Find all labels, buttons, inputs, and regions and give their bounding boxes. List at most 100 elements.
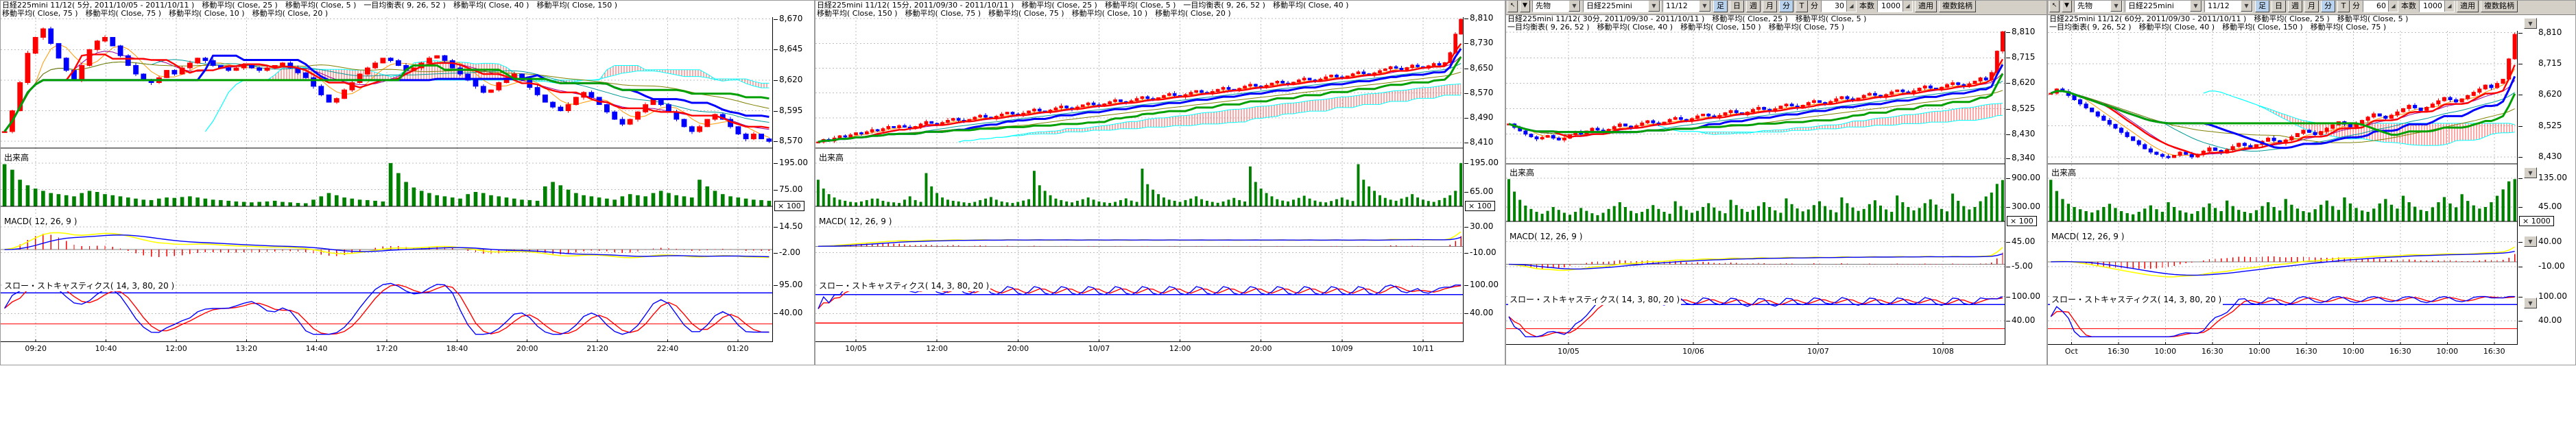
chevron-down-icon[interactable]: ▼ bbox=[2241, 1, 2252, 12]
axis-tick bbox=[774, 163, 778, 164]
spinner-arrows-icon[interactable]: ◢ bbox=[2444, 1, 2454, 12]
axis-tick-label: 8,715 bbox=[2538, 59, 2562, 68]
candlesticks bbox=[1507, 31, 2005, 142]
market-select[interactable]: 先物▼ bbox=[1532, 1, 1581, 12]
ashi-button[interactable]: 足 bbox=[2255, 1, 2269, 12]
chart-toolbar: ↖ ▼ 先物▼ 日経225mini▼ 11/12▼ 足 日 週 月 分 T 分 … bbox=[1506, 1, 2047, 15]
period-day-button[interactable]: 日 bbox=[1730, 1, 1744, 12]
panel-header: 日経225mini 11/12( 30分, 2011/09/30 - 2011/… bbox=[1507, 15, 2047, 32]
chevron-down-icon[interactable]: ▼ bbox=[1648, 1, 1660, 12]
minute-spinner-value: 60 bbox=[2363, 1, 2388, 12]
minute-label: 分 bbox=[1810, 1, 1819, 11]
market-select[interactable]: 先物▼ bbox=[2074, 1, 2123, 12]
axis-tick-label: 65.00 bbox=[1470, 187, 1493, 196]
axis-tick bbox=[2518, 178, 2523, 179]
axis-tick bbox=[774, 285, 778, 286]
symbol-select[interactable]: 日経225mini▼ bbox=[2125, 1, 2202, 12]
volume-multiplier-badge: × 100 bbox=[1465, 201, 1495, 211]
volume-pane bbox=[1506, 179, 2005, 221]
period-minute-button[interactable]: 分 bbox=[2321, 1, 2335, 12]
axis-tick bbox=[2518, 242, 2523, 243]
spinner-arrows-icon[interactable]: ◢ bbox=[2388, 1, 2398, 12]
minute-spinner-value: 30 bbox=[1822, 1, 1846, 12]
macd-pane bbox=[815, 232, 1464, 247]
header-line1: 日経225mini 11/12( 5分, 2011/10/05 - 2011/1… bbox=[2, 1, 814, 10]
volume-pane bbox=[815, 163, 1464, 206]
axis-tick-label: 14.50 bbox=[779, 222, 802, 231]
price-pane-dropdown-button[interactable]: ▼ bbox=[2524, 18, 2537, 29]
minute-spinner[interactable]: 30◢ bbox=[1821, 1, 1857, 12]
header-line1: 日経225mini 11/12( 15分, 2011/09/30 - 2011/… bbox=[817, 1, 1505, 10]
toolbar-menu-button[interactable]: ▼ bbox=[1520, 1, 1530, 12]
spinner-arrows-icon[interactable]: ◢ bbox=[1903, 1, 1912, 12]
macd-section-label: MACD( 12, 26, 9 ) bbox=[818, 217, 893, 226]
time-axis-label: 10/07 bbox=[1074, 344, 1123, 353]
bars-spinner-value: 1000 bbox=[1878, 1, 1903, 12]
chart-toolbar: ↖ ▼ 先物▼ 日経225mini▼ 11/12▼ 足 日 週 月 分 T 分 … bbox=[2048, 1, 2575, 15]
chevron-down-icon[interactable]: ▼ bbox=[1569, 1, 1580, 12]
header-line1: 日経225mini 11/12( 60分, 2011/09/30 - 2011/… bbox=[2049, 15, 2575, 23]
stochastic-section-label: スロー・ストキャスティクス( 14, 3, 80, 20 ) bbox=[3, 280, 176, 291]
time-axis-label: 20:00 bbox=[1237, 344, 1286, 353]
multi-symbol-button[interactable]: 複数銘柄 bbox=[1939, 1, 1976, 12]
pointer-tool-button[interactable]: ↖ bbox=[1507, 1, 1518, 12]
gridlines bbox=[815, 17, 1464, 342]
value-axis: 8,8108,7158,6208,5258,430135.0045.0040.0… bbox=[2518, 1, 2576, 365]
axis-tick bbox=[2006, 242, 2010, 243]
axis-tick bbox=[1464, 313, 1468, 314]
time-axis: 09:2010:4012:0013:2014:4017:2018:4020:00… bbox=[1, 344, 773, 355]
panel-header: 日経225mini 11/12( 60分, 2011/09/30 - 2011/… bbox=[2049, 15, 2575, 32]
chart-plot-area[interactable] bbox=[1, 17, 773, 342]
chevron-down-icon[interactable]: ▼ bbox=[1699, 1, 1710, 12]
apply-button[interactable]: 適用 bbox=[2457, 1, 2479, 12]
spinner-arrows-icon[interactable]: ◢ bbox=[1846, 1, 1856, 12]
axis-tick bbox=[1464, 285, 1468, 286]
axis-tick bbox=[774, 141, 778, 142]
stochastic-pane-dropdown-button[interactable]: ▼ bbox=[2524, 298, 2537, 308]
period-minute-button[interactable]: 分 bbox=[1779, 1, 1793, 12]
bars-spinner[interactable]: 1000◢ bbox=[2419, 1, 2455, 12]
symbol-select-value: 日経225mini bbox=[2125, 1, 2190, 12]
time-axis-label: 16:30 bbox=[2188, 347, 2237, 356]
symbol-select[interactable]: 日経225mini▼ bbox=[1583, 1, 1660, 12]
period-month-button[interactable]: 月 bbox=[2304, 1, 2319, 12]
ashi-button[interactable]: 足 bbox=[1713, 1, 1728, 12]
time-axis-label: Oct bbox=[2047, 347, 2096, 356]
multi-symbol-button[interactable]: 複数銘柄 bbox=[2481, 1, 2518, 12]
axis-tick-label: 40.00 bbox=[2012, 316, 2035, 325]
axis-tick-label: 195.00 bbox=[1470, 158, 1499, 167]
apply-button[interactable]: 適用 bbox=[1915, 1, 1937, 12]
toolbar-menu-button[interactable]: ▼ bbox=[2062, 1, 2072, 12]
period-tick-button[interactable]: T bbox=[1796, 1, 1808, 12]
axis-tick bbox=[774, 80, 778, 81]
minute-spinner[interactable]: 60◢ bbox=[2363, 1, 2398, 12]
period-week-button[interactable]: 週 bbox=[2288, 1, 2302, 12]
chart-plot-area[interactable] bbox=[815, 17, 1464, 342]
time-axis-label: 10:00 bbox=[2422, 347, 2472, 356]
axis-tick-label: 8,810 bbox=[2012, 27, 2035, 36]
bars-spinner[interactable]: 1000◢ bbox=[1877, 1, 1913, 12]
axis-tick bbox=[2518, 297, 2523, 298]
contract-select[interactable]: 11/12▼ bbox=[1662, 1, 1711, 12]
time-axis-label: 16:30 bbox=[2094, 347, 2143, 356]
pointer-tool-button[interactable]: ↖ bbox=[2049, 1, 2060, 12]
time-axis: Oct16:3010:0016:3010:0016:3010:0016:3010… bbox=[2048, 347, 2518, 358]
axis-tick-label: 135.00 bbox=[2538, 173, 2567, 182]
time-axis-label: 13:20 bbox=[222, 344, 271, 353]
time-axis-label: 18:40 bbox=[432, 344, 481, 353]
volume-section-label: 出来高 bbox=[3, 151, 30, 163]
axis-tick bbox=[2006, 83, 2010, 84]
axis-tick-label: 8,620 bbox=[779, 75, 802, 84]
axis-tick bbox=[774, 253, 778, 254]
time-axis-label: 10:00 bbox=[2328, 347, 2378, 356]
period-week-button[interactable]: 週 bbox=[1746, 1, 1761, 12]
chevron-down-icon[interactable]: ▼ bbox=[2110, 1, 2122, 12]
period-month-button[interactable]: 月 bbox=[1763, 1, 1777, 12]
macd-pane-dropdown-button[interactable]: ▼ bbox=[2524, 236, 2537, 247]
volume-pane-dropdown-button[interactable]: ▼ bbox=[2524, 167, 2537, 178]
period-day-button[interactable]: 日 bbox=[2271, 1, 2286, 12]
period-tick-button[interactable]: T bbox=[2337, 1, 2350, 12]
chevron-down-icon[interactable]: ▼ bbox=[2190, 1, 2202, 12]
contract-select[interactable]: 11/12▼ bbox=[2204, 1, 2253, 12]
macd-pane bbox=[1506, 247, 2005, 271]
